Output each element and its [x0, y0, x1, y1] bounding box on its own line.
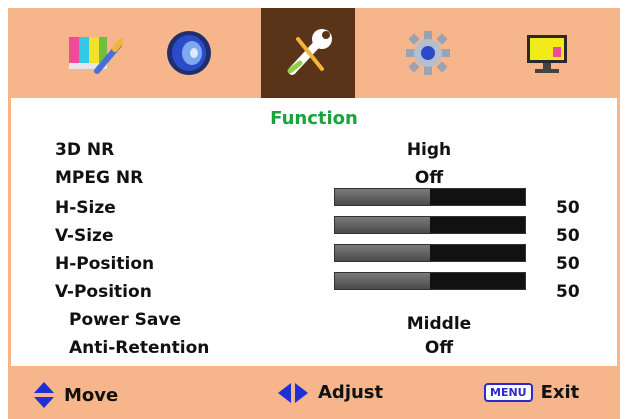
- picture-icon: [69, 37, 123, 74]
- wrench-icon: [287, 29, 332, 75]
- menu-key-icon: MENU: [484, 383, 533, 402]
- tab-sound[interactable]: [142, 8, 236, 98]
- slider-v-size[interactable]: [334, 216, 526, 234]
- slider-fill: [335, 273, 430, 289]
- slider-h-position[interactable]: [334, 244, 526, 262]
- slider-v-position[interactable]: [334, 272, 526, 290]
- monitor-icon: [527, 35, 567, 73]
- row-label-v-size: V-Size: [55, 226, 114, 246]
- tab-picture[interactable]: [48, 8, 142, 98]
- hint-exit: MENU Exit: [484, 382, 579, 403]
- speaker-icon: [167, 31, 211, 75]
- row-value-3d-nr[interactable]: High: [369, 140, 489, 160]
- tab-display[interactable]: [501, 8, 595, 98]
- slider-value-h-position: 50: [556, 254, 580, 274]
- row-value-anti-retention[interactable]: Off: [379, 338, 499, 358]
- row-label-3d-nr: 3D NR: [55, 140, 115, 160]
- row-label-v-position: V-Position: [55, 282, 152, 302]
- hint-adjust: Adjust: [278, 382, 383, 403]
- slider-fill: [335, 245, 430, 261]
- hint-move-label: Move: [64, 384, 119, 406]
- row-value-mpeg-nr[interactable]: Off: [369, 168, 489, 188]
- slider-value-v-size: 50: [556, 226, 580, 246]
- row-label-anti-retention: Anti-Retention: [69, 338, 210, 358]
- slider-value-h-size: 50: [556, 198, 580, 218]
- tab-function[interactable]: [261, 8, 355, 98]
- tab-bar: [8, 8, 620, 98]
- osd-menu: Function 3D NR High MPEG NR Off H-Size 5…: [0, 0, 626, 419]
- hint-adjust-label: Adjust: [318, 382, 384, 403]
- row-value-power-save[interactable]: Middle: [379, 314, 499, 334]
- left-right-arrow-icon: [278, 382, 308, 403]
- panel-title: Function: [270, 108, 358, 129]
- slider-fill: [335, 189, 430, 205]
- function-panel: Function 3D NR High MPEG NR Off H-Size 5…: [8, 98, 620, 366]
- hint-move: Move: [34, 382, 118, 408]
- hint-bar: Move Adjust MENU Exit: [8, 366, 620, 419]
- row-label-power-save: Power Save: [69, 310, 182, 330]
- slider-fill: [335, 217, 430, 233]
- row-label-h-position: H-Position: [55, 254, 155, 274]
- slider-value-v-position: 50: [556, 282, 580, 302]
- hint-exit-label: Exit: [540, 382, 580, 403]
- tab-setup[interactable]: [381, 8, 475, 98]
- row-label-h-size: H-Size: [55, 198, 116, 218]
- up-down-arrow-icon: [34, 382, 54, 408]
- row-label-mpeg-nr: MPEG NR: [55, 168, 144, 188]
- slider-h-size[interactable]: [334, 188, 526, 206]
- gear-icon: [406, 31, 450, 75]
